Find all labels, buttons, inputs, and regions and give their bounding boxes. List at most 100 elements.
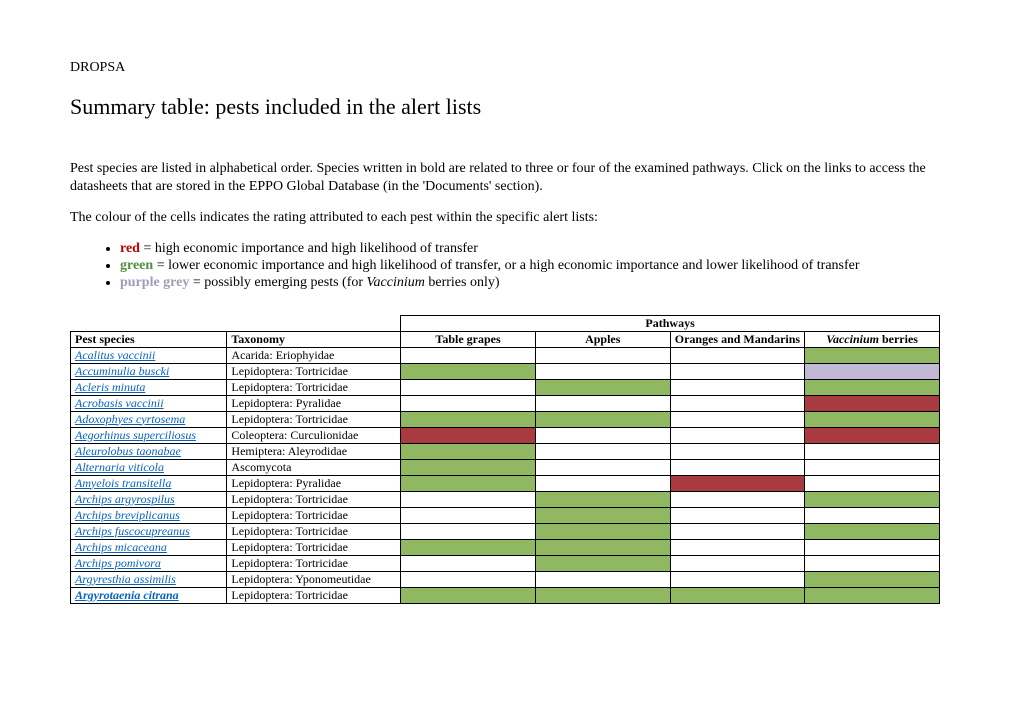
taxonomy-cell: Acarida: Eriophyidae (227, 347, 401, 363)
taxonomy-cell: Lepidoptera: Tortricidae (227, 587, 401, 603)
species-link[interactable]: Amyelois transitella (75, 476, 171, 490)
taxonomy-cell: Lepidoptera: Tortricidae (227, 379, 401, 395)
page-title: Summary table: pests included in the ale… (70, 94, 950, 120)
species-link[interactable]: Accuminulia buscki (75, 364, 169, 378)
species-link[interactable]: Archips micaceana (75, 540, 167, 554)
pathways-super-header: Pathways (401, 315, 940, 331)
table-row: Accuminulia busckiLepidoptera: Tortricid… (71, 363, 940, 379)
pathway-cell (401, 411, 536, 427)
pathway-cell (805, 475, 940, 491)
species-cell: Acalitus vaccinii (71, 347, 227, 363)
species-link[interactable]: Adoxophyes cyrtosema (75, 412, 185, 426)
legend-purple-label: purple grey (120, 275, 189, 290)
table-row: Archips fuscocupreanusLepidoptera: Tortr… (71, 523, 940, 539)
table-row: Acrobasis vaccinii Lepidoptera: Pyralidae (71, 395, 940, 411)
species-cell: Archips argyrospilus (71, 491, 227, 507)
species-link[interactable]: Acrobasis vaccinii (75, 396, 164, 410)
legend-green-label: green (120, 258, 153, 273)
pathway-cell (535, 507, 670, 523)
table-row: Acalitus vaccinii Acarida: Eriophyidae (71, 347, 940, 363)
pathway-cell (535, 491, 670, 507)
pathway-cell (401, 443, 536, 459)
species-link[interactable]: Argyrotaenia citrana (75, 588, 179, 602)
legend-green-text: = lower economic importance and high lik… (153, 258, 859, 273)
table-row: Argyrotaenia citrana Lepidoptera: Tortric… (71, 587, 940, 603)
species-link[interactable]: Aleurolobus taonabae (75, 444, 181, 458)
taxonomy-cell: Lepidoptera: Pyralidae (227, 395, 401, 411)
pathway-cell (401, 395, 536, 411)
species-link[interactable]: Archips argyrospilus (75, 492, 175, 506)
pathway-cell (401, 507, 536, 523)
pathway-cell (401, 459, 536, 475)
legend-item-green: green = lower economic importance and hi… (120, 258, 950, 274)
species-link[interactable]: Archips fuscocupreanus (75, 524, 190, 538)
pathway-cell (535, 523, 670, 539)
table-super-header-row: Pathways (71, 315, 940, 331)
pathway-cell (401, 347, 536, 363)
species-cell: Argyresthia assimilis (71, 571, 227, 587)
pathway-cell (401, 523, 536, 539)
legend-list: red = high economic importance and high … (70, 241, 950, 291)
species-link[interactable]: Alternaria viticola (75, 460, 164, 474)
pathway-cell (805, 507, 940, 523)
pathway-cell (805, 427, 940, 443)
pathway-cell (535, 475, 670, 491)
taxonomy-cell: Lepidoptera: Tortricidae (227, 507, 401, 523)
table-row: Acleris minuta Lepidoptera: Tortricidae (71, 379, 940, 395)
pathway-cell (401, 363, 536, 379)
header-vaccinium: Vaccinium berries (805, 331, 940, 347)
table-row: Archips pomivoraLepidoptera: Tortricidae (71, 555, 940, 571)
taxonomy-cell: Ascomycota (227, 459, 401, 475)
pathway-cell (535, 347, 670, 363)
table-row: Alternaria viticola Ascomycota (71, 459, 940, 475)
species-cell: Aegorhinus superciliosus (71, 427, 227, 443)
species-link[interactable]: Archips pomivora (75, 556, 161, 570)
intro-paragraph-2: The colour of the cells indicates the ra… (70, 209, 950, 227)
species-cell: Acrobasis vaccinii (71, 395, 227, 411)
pathway-cell (535, 411, 670, 427)
pathway-cell (670, 523, 805, 539)
table-row: Adoxophyes cyrtosemaLepidoptera: Tortric… (71, 411, 940, 427)
legend-purple-text-c: berries only) (425, 275, 500, 290)
species-cell: Archips breviplicanus (71, 507, 227, 523)
pathway-cell (805, 443, 940, 459)
pathway-cell (805, 363, 940, 379)
super-header-empty (71, 315, 227, 331)
pathway-cell (805, 571, 940, 587)
super-header-empty (227, 315, 401, 331)
taxonomy-cell: Lepidoptera: Tortricidae (227, 491, 401, 507)
pathway-cell (805, 395, 940, 411)
pathway-cell (670, 443, 805, 459)
species-link[interactable]: Acalitus vaccinii (75, 348, 155, 362)
pathway-cell (535, 379, 670, 395)
species-link[interactable]: Acleris minuta (75, 380, 145, 394)
pathway-cell (670, 475, 805, 491)
pest-table: Pathways Pest species Taxonomy Table gra… (70, 315, 940, 604)
pathway-cell (805, 523, 940, 539)
species-link[interactable]: Aegorhinus superciliosus (75, 428, 196, 442)
legend-item-purple: purple grey = possibly emerging pests (f… (120, 275, 950, 291)
header-tablegrapes: Table grapes (401, 331, 536, 347)
pathway-cell (535, 443, 670, 459)
pathway-cell (805, 491, 940, 507)
taxonomy-cell: Lepidoptera: Pyralidae (227, 475, 401, 491)
pathway-cell (805, 587, 940, 603)
species-cell: Acleris minuta (71, 379, 227, 395)
taxonomy-cell: Lepidoptera: Yponomeutidae (227, 571, 401, 587)
species-cell: Archips micaceana (71, 539, 227, 555)
pathway-cell (401, 539, 536, 555)
table-row: Aegorhinus superciliosusColeoptera: Curc… (71, 427, 940, 443)
table-row: Archips micaceanaLepidoptera: Tortricida… (71, 539, 940, 555)
taxonomy-cell: Hemiptera: Aleyrodidae (227, 443, 401, 459)
pathway-cell (670, 395, 805, 411)
header-oranges: Oranges and Mandarins (670, 331, 805, 347)
pathway-cell (401, 587, 536, 603)
header-apples: Apples (535, 331, 670, 347)
pathway-cell (535, 587, 670, 603)
species-link[interactable]: Archips breviplicanus (75, 508, 180, 522)
species-cell: Aleurolobus taonabae (71, 443, 227, 459)
pathway-cell (535, 539, 670, 555)
pathway-cell (670, 347, 805, 363)
pathway-cell (805, 411, 940, 427)
species-link[interactable]: Argyresthia assimilis (75, 572, 176, 586)
